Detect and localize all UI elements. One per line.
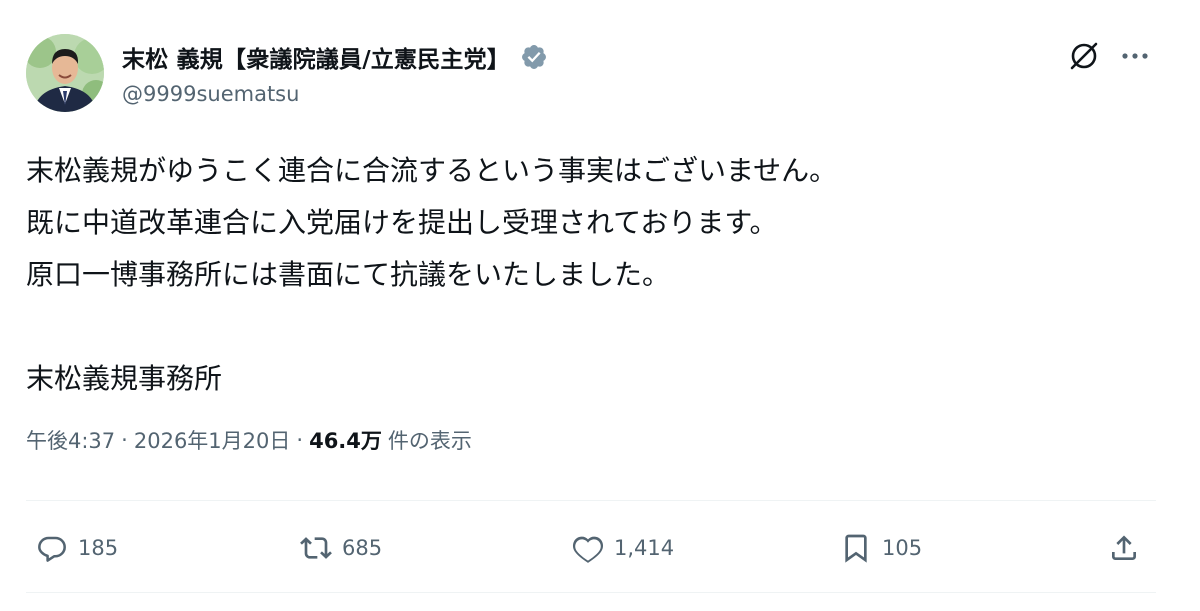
share-button[interactable] bbox=[1108, 520, 1140, 576]
views-label: 件の表示 bbox=[387, 429, 472, 453]
tweet-text: 末松義規がゆうこく連合に合流するという事実はございません。 既に中道改革連合に入… bbox=[26, 145, 1166, 405]
reply-icon bbox=[38, 536, 66, 562]
like-icon bbox=[572, 536, 604, 563]
grok-icon[interactable] bbox=[1064, 36, 1104, 76]
repost-icon bbox=[300, 537, 332, 559]
like-button[interactable]: 1,414 bbox=[572, 520, 674, 576]
tweet-line: 末松義規事務所 bbox=[26, 362, 223, 395]
avatar[interactable] bbox=[26, 34, 104, 112]
views-count[interactable]: 46.4万 bbox=[309, 425, 382, 455]
bookmark-button[interactable]: 105 bbox=[840, 520, 922, 576]
more-icon[interactable] bbox=[1115, 36, 1155, 76]
avatar-photo bbox=[26, 34, 104, 112]
author-handle[interactable]: @9999suematsu bbox=[122, 82, 299, 106]
tweet-meta: 午後4:37 · 2026年1月20日 · 46.4万 件の表示 bbox=[26, 425, 472, 455]
tweet-time[interactable]: 午後4:37 bbox=[26, 425, 115, 455]
like-count: 1,414 bbox=[614, 536, 675, 560]
meta-separator: · bbox=[121, 428, 128, 452]
tweet-line: 末松義規がゆうこく連合に合流するという事実はございません。 bbox=[26, 154, 838, 187]
repost-button[interactable]: 685 bbox=[300, 520, 382, 576]
verified-badge-icon[interactable] bbox=[520, 43, 548, 71]
bookmark-count: 105 bbox=[882, 536, 923, 560]
divider bbox=[26, 500, 1156, 501]
divider bbox=[26, 592, 1156, 593]
repost-count: 685 bbox=[342, 536, 383, 560]
tweet-date[interactable]: 2026年1月20日 bbox=[134, 425, 291, 455]
author-display-name[interactable]: 末松 義規【衆議院議員/立憲民主党】 bbox=[122, 40, 510, 74]
meta-separator: · bbox=[296, 428, 304, 452]
tweet-line: 原口一博事務所には書面にて抗議をいたしました。 bbox=[26, 258, 671, 291]
tweet-line: 既に中道改革連合に入党届けを提出し受理されております。 bbox=[26, 206, 778, 239]
reply-button[interactable]: 185 bbox=[36, 520, 118, 576]
action-bar: 185 685 1,414 105 bbox=[26, 520, 1156, 576]
bookmark-icon bbox=[845, 534, 867, 563]
reply-count: 185 bbox=[78, 536, 119, 560]
author-name-row: 末松 義規【衆議院議員/立憲民主党】 bbox=[122, 40, 548, 74]
share-icon bbox=[1112, 535, 1136, 560]
